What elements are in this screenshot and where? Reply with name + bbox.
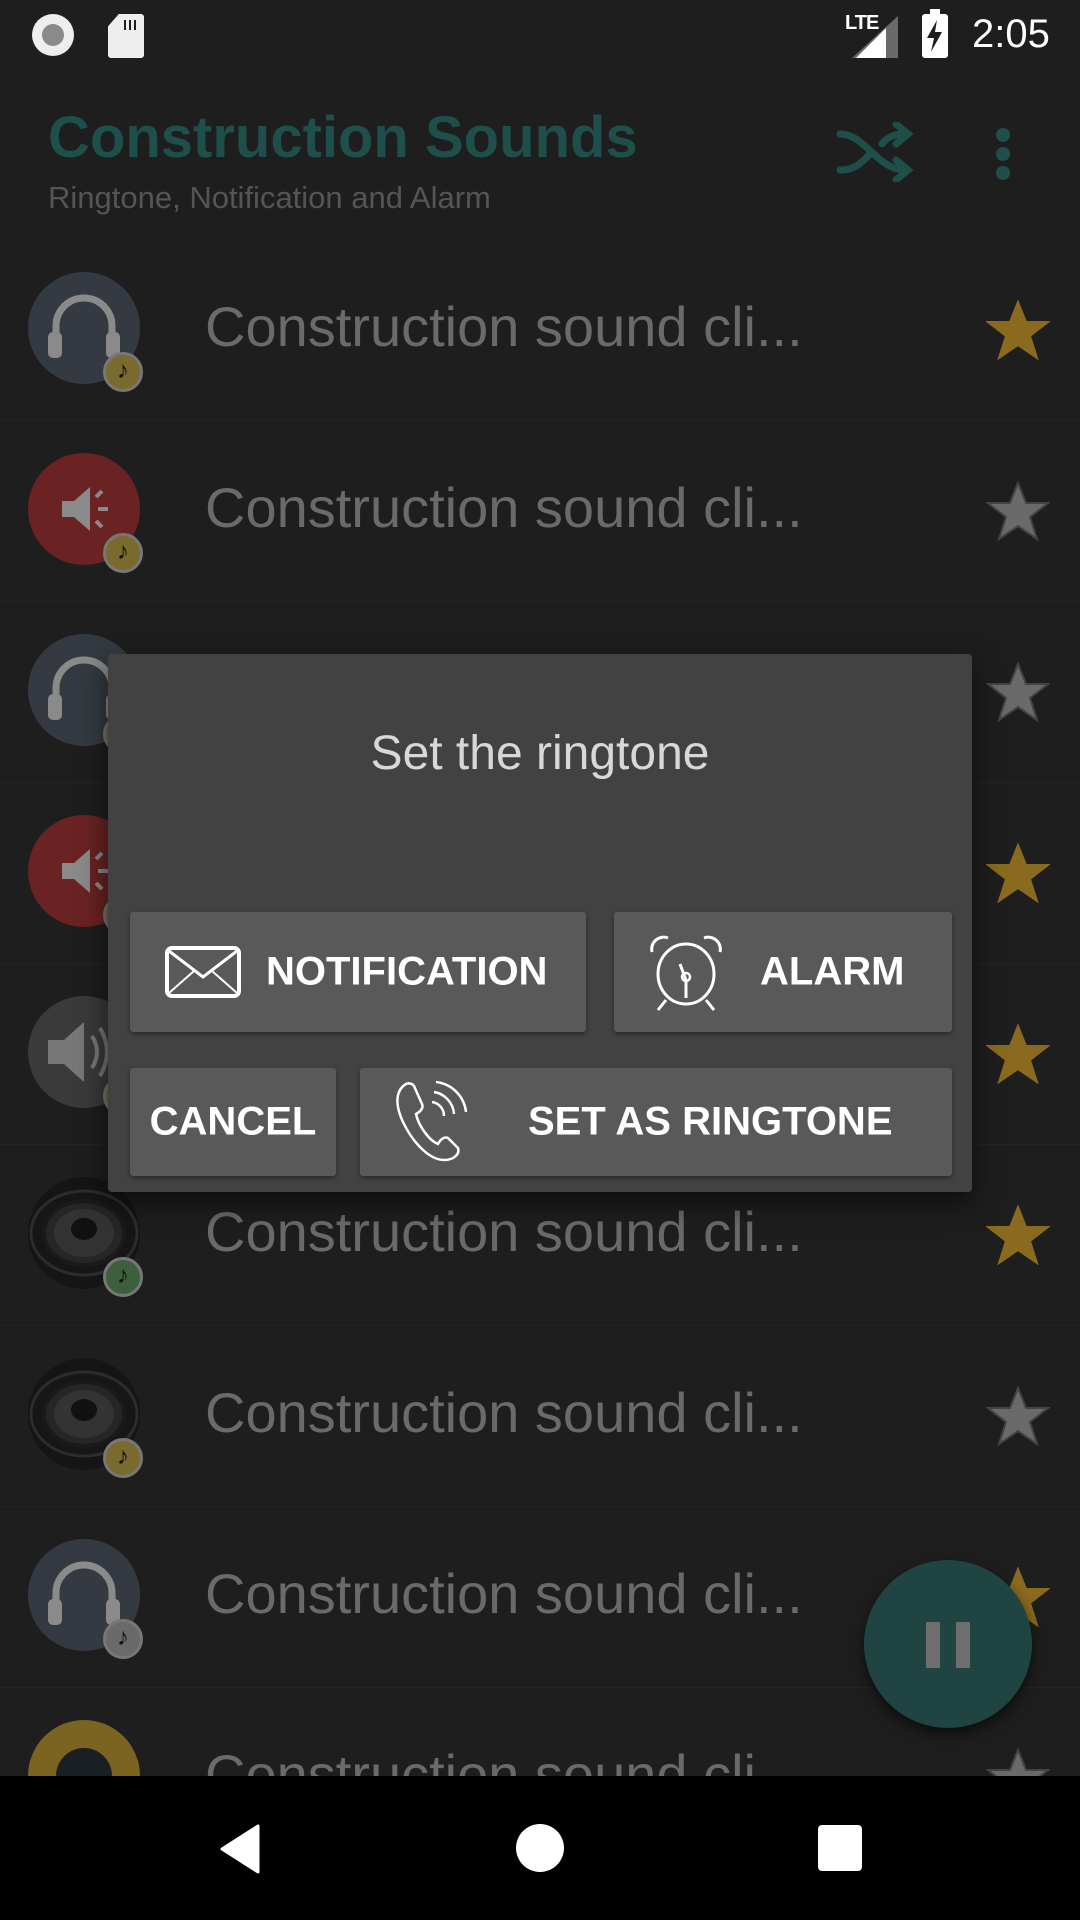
cancel-button[interactable]: CANCEL xyxy=(130,1068,336,1176)
dialog-title: Set the ringtone xyxy=(370,727,710,780)
star-filled-icon[interactable] xyxy=(985,299,1051,361)
notification-button[interactable]: NOTIFICATION xyxy=(130,912,586,1032)
star-filled-icon[interactable] xyxy=(985,1204,1051,1266)
music-note-icon: ♪ xyxy=(103,1438,143,1478)
music-note-icon: ♪ xyxy=(103,533,143,573)
star-icon[interactable] xyxy=(985,1747,1051,1776)
alarm-button[interactable]: ALARM xyxy=(614,912,952,1032)
shuffle-icon[interactable] xyxy=(836,122,916,182)
set-as-ringtone-button[interactable]: SET AS RINGTONE xyxy=(360,1068,952,1176)
list-item-title: Construction sound cli... xyxy=(205,295,803,358)
more-options-icon[interactable] xyxy=(996,128,1010,188)
app-title: Construction Sounds xyxy=(48,105,638,170)
music-note-icon: ♪ xyxy=(103,1619,143,1659)
phone-ringing-icon xyxy=(396,1080,468,1162)
envelope-icon xyxy=(165,946,241,998)
list-item-title: Construction sound cli... xyxy=(205,476,803,539)
star-filled-icon[interactable] xyxy=(985,842,1051,904)
back-icon[interactable] xyxy=(218,1824,262,1874)
pause-icon xyxy=(926,1622,940,1668)
status-bar: LTE 2:05 xyxy=(0,0,1080,72)
notification-label: NOTIFICATION xyxy=(266,949,548,994)
pause-button[interactable] xyxy=(864,1560,1032,1728)
navigation-bar xyxy=(0,1776,1080,1920)
music-note-icon: ♪ xyxy=(103,1257,143,1297)
cancel-label: CANCEL xyxy=(149,1099,317,1144)
pause-icon-bar xyxy=(956,1622,970,1668)
list-item-title: Construction sound cli... xyxy=(205,1200,803,1263)
star-filled-icon[interactable] xyxy=(985,1023,1051,1085)
battery-charging-icon xyxy=(922,9,948,58)
sd-card-icon xyxy=(108,14,144,58)
app-subtitle: Ringtone, Notification and Alarm xyxy=(48,180,491,215)
clock: 2:05 xyxy=(972,12,1050,56)
signal-icon xyxy=(852,16,898,58)
set-ringtone-dialog: Set the ringtone NOTIFICATION ALARM CANC… xyxy=(108,654,972,1192)
list-item-title: Construction sound cli... xyxy=(205,1562,803,1625)
alarm-clock-icon xyxy=(650,935,722,1011)
home-icon[interactable] xyxy=(516,1824,564,1872)
list-item[interactable]: ♪ Construction sound cli... xyxy=(0,1326,1080,1507)
alarm-label: ALARM xyxy=(760,949,905,994)
record-icon xyxy=(28,1720,140,1776)
music-note-icon: ♪ xyxy=(103,352,143,392)
star-icon[interactable] xyxy=(985,480,1051,542)
star-icon[interactable] xyxy=(985,661,1051,723)
list-item-title: Construction sound cli... xyxy=(205,1743,803,1776)
screen: LTE 2:05 Construction Sounds Ringtone, N… xyxy=(0,0,1080,1920)
star-icon[interactable] xyxy=(985,1385,1051,1447)
screen-record-icon xyxy=(32,14,74,56)
list-item[interactable]: ♪ Construction sound cli... xyxy=(0,421,1080,602)
list-item-title: Construction sound cli... xyxy=(205,1381,803,1444)
app-toolbar: Construction Sounds Ringtone, Notificati… xyxy=(0,72,1080,240)
list-item[interactable]: ♪ Construction sound cli... xyxy=(0,240,1080,421)
recents-icon[interactable] xyxy=(818,1825,862,1871)
set-as-ringtone-label: SET AS RINGTONE xyxy=(528,1099,893,1144)
